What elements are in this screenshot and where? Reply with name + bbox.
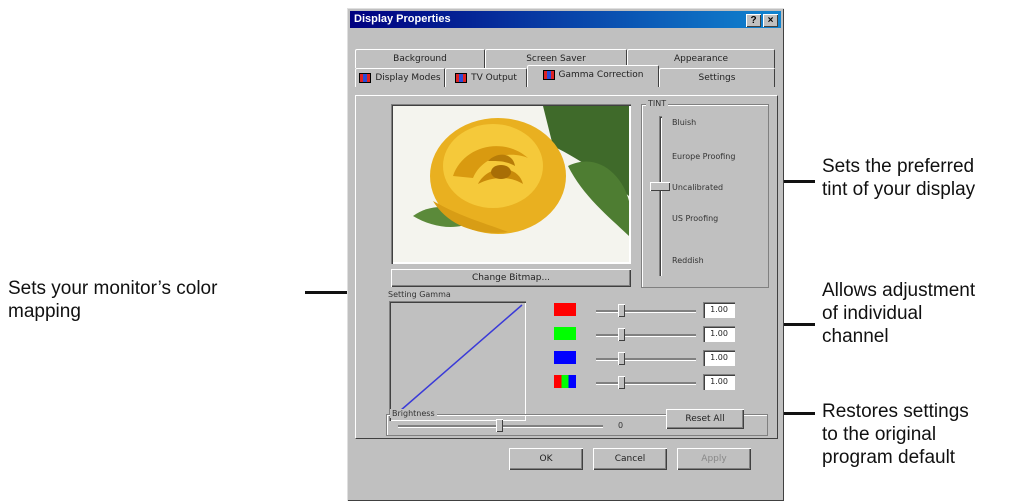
change-bitmap-label: Change Bitmap... bbox=[471, 273, 551, 283]
reset-all-button[interactable]: Reset All bbox=[666, 409, 744, 429]
tab-settings[interactable]: Settings bbox=[659, 68, 775, 87]
tab-label: TV Output bbox=[471, 73, 517, 83]
all-channels-swatch bbox=[554, 375, 576, 388]
help-icon: ? bbox=[750, 15, 757, 26]
apply-label: Apply bbox=[701, 454, 727, 464]
red-channel-slider-track[interactable] bbox=[596, 310, 696, 313]
display-adapter-icon bbox=[359, 72, 372, 83]
tint-option-us-proofing[interactable]: US Proofing bbox=[672, 214, 718, 223]
callout-tint: Sets the preferred tint of your display bbox=[822, 156, 976, 200]
tab-background[interactable]: Background bbox=[355, 49, 485, 68]
callout-color-mapping: Sets your monitor’s color mapping bbox=[8, 278, 218, 322]
tab-label: Screen Saver bbox=[526, 54, 586, 64]
tint-option-uncalibrated[interactable]: Uncalibrated bbox=[672, 183, 723, 192]
tab-label: Gamma Correction bbox=[558, 70, 644, 80]
tint-slider-thumb[interactable] bbox=[650, 182, 670, 191]
blue-channel-slider-thumb[interactable] bbox=[618, 352, 625, 365]
brightness-slider-thumb[interactable] bbox=[496, 419, 503, 432]
tab-label: Settings bbox=[698, 73, 736, 83]
reset-all-label: Reset All bbox=[685, 414, 725, 424]
dialog-title: Display Properties bbox=[354, 13, 451, 25]
all-channels-slider-thumb[interactable] bbox=[618, 376, 625, 389]
gamma-correction-panel: Change Bitmap... TINT Bluish Europe Proo… bbox=[355, 95, 778, 439]
cancel-label: Cancel bbox=[614, 454, 646, 464]
green-channel-slider-thumb[interactable] bbox=[618, 328, 625, 341]
tint-slider-track[interactable] bbox=[659, 116, 662, 276]
all-channels-slider-track[interactable] bbox=[596, 382, 696, 385]
tab-gamma-correction[interactable]: Gamma Correction bbox=[527, 65, 659, 87]
ok-button[interactable]: OK bbox=[509, 448, 583, 470]
red-channel-value[interactable]: 1.00 bbox=[703, 302, 735, 318]
callout-channel: Allows adjustment of individual channel bbox=[822, 280, 976, 347]
title-bar: Display Properties ? × bbox=[350, 11, 781, 28]
gamma-curve-line bbox=[392, 304, 523, 418]
tint-option-europe-proofing[interactable]: Europe Proofing bbox=[672, 152, 735, 161]
close-button[interactable]: × bbox=[763, 14, 778, 27]
tab-tv-output[interactable]: TV Output bbox=[445, 68, 527, 87]
green-channel-slider-track[interactable] bbox=[596, 334, 696, 337]
tab-label: Display Modes bbox=[375, 73, 441, 83]
brightness-label: Brightness bbox=[390, 409, 437, 418]
display-adapter-icon bbox=[455, 72, 468, 83]
green-channel-swatch bbox=[554, 327, 576, 340]
apply-button[interactable]: Apply bbox=[677, 448, 751, 470]
display-properties-dialog: Display Properties ? × Background Screen… bbox=[347, 8, 784, 501]
blue-channel-slider-track[interactable] bbox=[596, 358, 696, 361]
tab-label: Background bbox=[393, 54, 447, 64]
tint-option-bluish[interactable]: Bluish bbox=[672, 118, 696, 127]
gamma-curve-graph bbox=[389, 301, 526, 421]
tab-display-modes[interactable]: Display Modes bbox=[355, 68, 445, 87]
red-channel-swatch bbox=[554, 303, 576, 316]
help-button[interactable]: ? bbox=[746, 14, 761, 27]
close-icon: × bbox=[767, 15, 774, 26]
rose-preview-image bbox=[393, 106, 629, 262]
preview-image-frame bbox=[391, 104, 631, 264]
all-channels-value[interactable]: 1.00 bbox=[703, 374, 735, 390]
tint-group-label: TINT bbox=[646, 99, 669, 108]
setting-gamma-label: Setting Gamma bbox=[386, 290, 453, 299]
blue-channel-value[interactable]: 1.00 bbox=[703, 350, 735, 366]
callout-reset: Restores settings to the original progra… bbox=[822, 401, 969, 468]
blue-channel-swatch bbox=[554, 351, 576, 364]
brightness-value: 0 bbox=[618, 421, 624, 430]
tint-option-reddish[interactable]: Reddish bbox=[672, 256, 704, 265]
display-adapter-icon bbox=[542, 69, 555, 80]
green-channel-value[interactable]: 1.00 bbox=[703, 326, 735, 342]
tab-label: Appearance bbox=[673, 54, 729, 64]
red-channel-slider-thumb[interactable] bbox=[618, 304, 625, 317]
change-bitmap-button[interactable]: Change Bitmap... bbox=[391, 269, 631, 287]
ok-label: OK bbox=[539, 454, 553, 464]
cancel-button[interactable]: Cancel bbox=[593, 448, 667, 470]
